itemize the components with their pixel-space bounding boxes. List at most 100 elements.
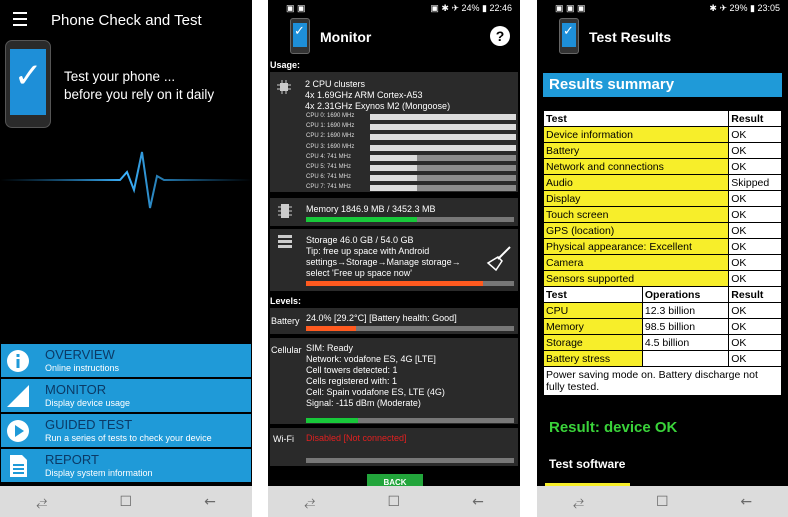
levels-label: Levels: [270,296,302,306]
table-row: Network and connections OK [542,158,782,175]
result-column-header: Result [728,286,782,303]
cpu-chip-icon [277,80,291,94]
test-result: OK [728,222,782,239]
cellular-info: SIM: Ready Network: vodafone ES, 4G [LTE… [306,343,445,409]
cpu-core-label: CPU 1: 1690 MHz [306,123,355,130]
menu-item-title: OVERVIEW [45,347,115,362]
cpu-core-label: CPU 0: 1690 MHz [306,113,355,119]
broom-icon[interactable] [486,245,512,271]
system-nav-bar: ⥄ ☐ ← [537,486,788,517]
test-name: Network and connections [542,158,730,175]
cpu-panel: 2 CPU clusters 4x 1.69GHz ARM Cortex-A53… [270,72,518,192]
table-row: Power saving mode on. Battery discharge … [543,366,782,396]
tagline: Test your phone ... before you rely on i… [64,68,214,104]
system-nav-bar: ⥄ ☐ ← [0,486,252,517]
menu-item-title: MONITOR [45,382,107,397]
home-icon[interactable]: ☐ [119,494,132,510]
cpu-core-label: CPU 3: 1690 MHz [306,143,355,150]
signal-strength: Signal: -115 dBm (Moderate) [306,398,421,408]
table-row: Storage 4.5 billion OK [543,334,782,351]
cpu-core-bar [370,165,516,171]
menu-item-guided-test[interactable]: GUIDED TEST Run a series of tests to che… [1,414,251,447]
test-results-screen: ▣ ▣ ▣ ✱ ✈ 29% ▮ 23:05 ✓ Test Results Res… [537,0,788,517]
back-icon[interactable]: ← [740,494,752,510]
cpu-core-bar [370,185,516,192]
recent-apps-icon[interactable]: ⥄ [573,494,584,510]
cpu-core-label: CPU 2: 1690 MHz [306,133,355,140]
test-column-header: Test [543,286,643,303]
test-name: GPS (location) [542,222,730,239]
perf-result: OK [728,334,782,351]
table-row: Display OK [542,190,782,207]
storage-tip-line: Tip: free up space with Android [306,246,430,256]
home-icon[interactable]: ☐ [387,494,400,510]
table-row: CPU 12.3 billion OK [543,302,782,319]
result-column-header: Result [728,110,782,127]
cpu-core-label: CPU 4: 741 MHz [306,153,352,160]
menu-item-subtitle: Display device usage [45,398,131,408]
test-column-header: Test [542,110,730,127]
document-icon [10,455,27,477]
test-result: OK [728,158,782,175]
back-icon[interactable]: ← [472,494,484,510]
perf-operations: 98.5 billion [641,318,730,335]
perf-test-name: Storage [543,334,643,351]
cpu-core-bar [370,114,516,120]
cpu-core-label: CPU 7: 741 MHz [306,184,352,191]
screen-title: Test Results [589,29,672,45]
status-indicators: ▣ ✱ ✈ 24% ▮ 22:46 [430,3,512,13]
menu-item-monitor[interactable]: MONITOR Display device usage [1,379,251,412]
test-result: OK [728,238,782,255]
menu-item-report[interactable]: REPORT Display system information [1,449,251,482]
storage-tip-line: settings→Storage→Manage storage→ [306,257,461,267]
menu-item-title: GUIDED TEST [45,417,133,432]
recent-apps-icon[interactable]: ⥄ [304,494,315,510]
perf-operations: 12.3 billion [641,302,730,319]
test-software-label: Test software [549,457,626,471]
wifi-panel: Wi-Fi Disabled [Not connected] [270,428,518,466]
memory-bar [306,217,514,222]
test-name: Display [542,190,730,207]
app-logo-icon: ✓ [5,40,51,128]
test-result: OK [728,190,782,207]
status-indicators: ✱ ✈ 29% ▮ 23:05 [709,3,780,13]
app-title: Phone Check and Test [51,12,202,29]
cell-info: Cell: Spain vodafone ES, LTE (4G) [306,387,445,397]
battery-bar [306,326,514,331]
back-icon[interactable]: ← [204,494,216,510]
cellular-label: Cellular [271,345,302,355]
results-table: Test Result Device information OK Battery O… [542,110,782,396]
battery-status: 24.0% [29.2°C] [Battery health: Good] [306,313,457,323]
main-menu: OVERVIEW Online instructions MONITOR Dis… [1,344,251,484]
cpu-core-bar [370,134,516,141]
test-name: Sensors supported [542,270,730,287]
heartbeat-pulse-icon [0,151,252,209]
table-row: GPS (location) OK [542,222,782,239]
storage-bar [306,281,514,286]
storage-usage: Storage 46.0 GB / 54.0 GB [306,235,414,245]
test-name: Physical appearance: Excellent [542,238,730,255]
recent-apps-icon[interactable]: ⥄ [36,494,47,510]
menu-item-overview[interactable]: OVERVIEW Online instructions [1,344,251,377]
app-logo-icon: ✓ [290,18,310,54]
help-icon[interactable]: ? [490,26,510,46]
usage-label: Usage: [270,60,301,70]
test-name: Touch screen [542,206,730,223]
signal-bar [306,418,514,423]
memory-panel: Memory 1846.9 MB / 3452.3 MB [270,198,518,226]
cpu-clusters: 2 CPU clusters [305,79,366,89]
test-name: Camera [542,254,730,271]
sim-status: SIM: Ready [306,343,354,353]
test-result: OK [728,254,782,271]
table-row: Battery stress OK [543,350,782,367]
storage-icon [278,235,292,248]
table-header-row: Test Result [542,110,782,127]
phone-check-home-screen: Phone Check and Test ✓ Test your phone .… [0,0,252,517]
table-row: Touch screen OK [542,206,782,223]
status-bar: ▣ ▣ ▣ ✱ ✈ 29% ▮ 23:05 [537,0,788,16]
hamburger-menu-icon[interactable] [13,12,27,30]
table-row: Memory 98.5 billion OK [543,318,782,335]
battery-label: Battery [271,316,300,326]
perf-operations [641,350,730,367]
home-icon[interactable]: ☐ [656,494,669,510]
